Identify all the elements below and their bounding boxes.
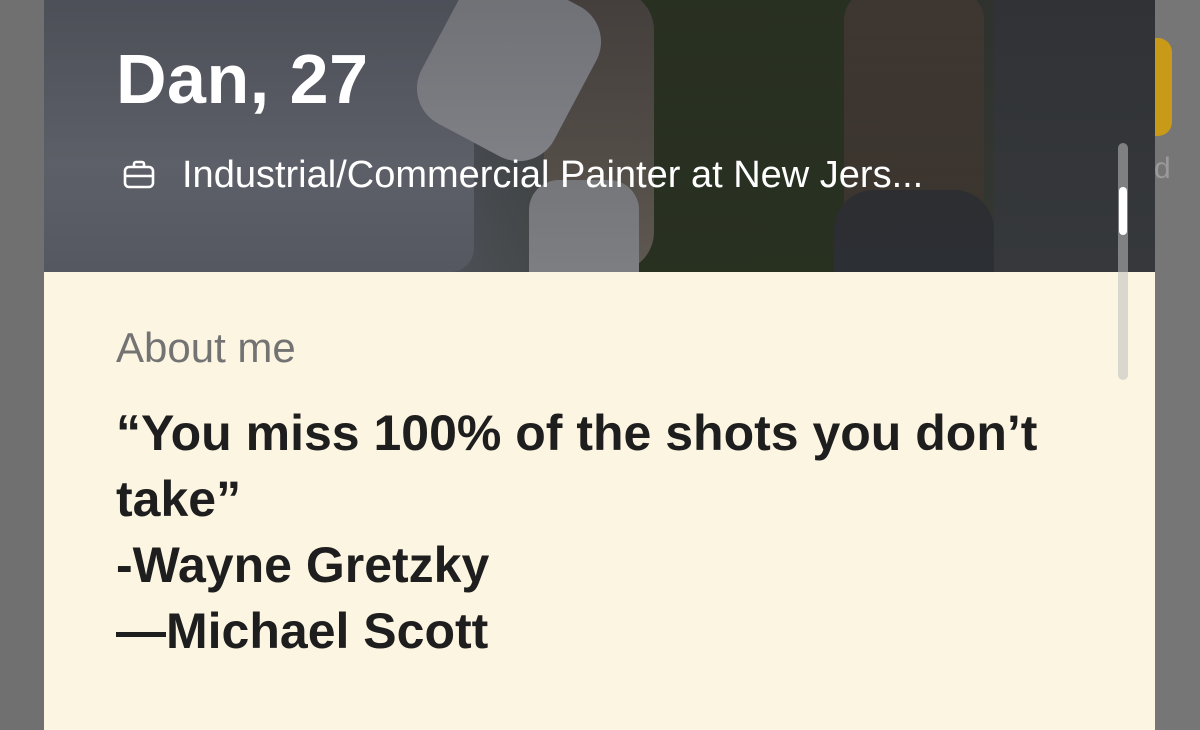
next-profile-card-edge: d <box>1150 0 1200 730</box>
job-title: Industrial/Commercial Painter at New Jer… <box>182 153 924 196</box>
scrollbar-track[interactable] <box>1118 143 1128 380</box>
next-card-peek-text: d <box>1154 152 1171 185</box>
bio-line: -Wayne Gretzky <box>116 537 490 593</box>
bio-line: “You miss 100% of the shots you don’t <box>116 405 1038 461</box>
bio-line: —Michael Scott <box>116 603 489 659</box>
scrollbar-thumb[interactable] <box>1119 187 1127 235</box>
bio-line: take” <box>116 471 242 527</box>
profile-card[interactable]: Dan, 27 Industrial/Commercial Painter at… <box>44 0 1155 730</box>
about-me-label: About me <box>116 324 296 371</box>
job-row: Industrial/Commercial Painter at New Jer… <box>122 150 1122 200</box>
about-me-section: About me “You miss 100% of the shots you… <box>44 272 1155 730</box>
briefcase-icon <box>123 160 155 189</box>
app-screen: d Dan, 27 Industrial/Commercial Painter … <box>0 0 1200 730</box>
profile-photo[interactable]: Dan, 27 Industrial/Commercial Painter at… <box>44 0 1155 272</box>
bio-text: “You miss 100% of the shots you don’t ta… <box>116 400 1096 664</box>
profile-name-age: Dan, 27 <box>116 40 369 118</box>
